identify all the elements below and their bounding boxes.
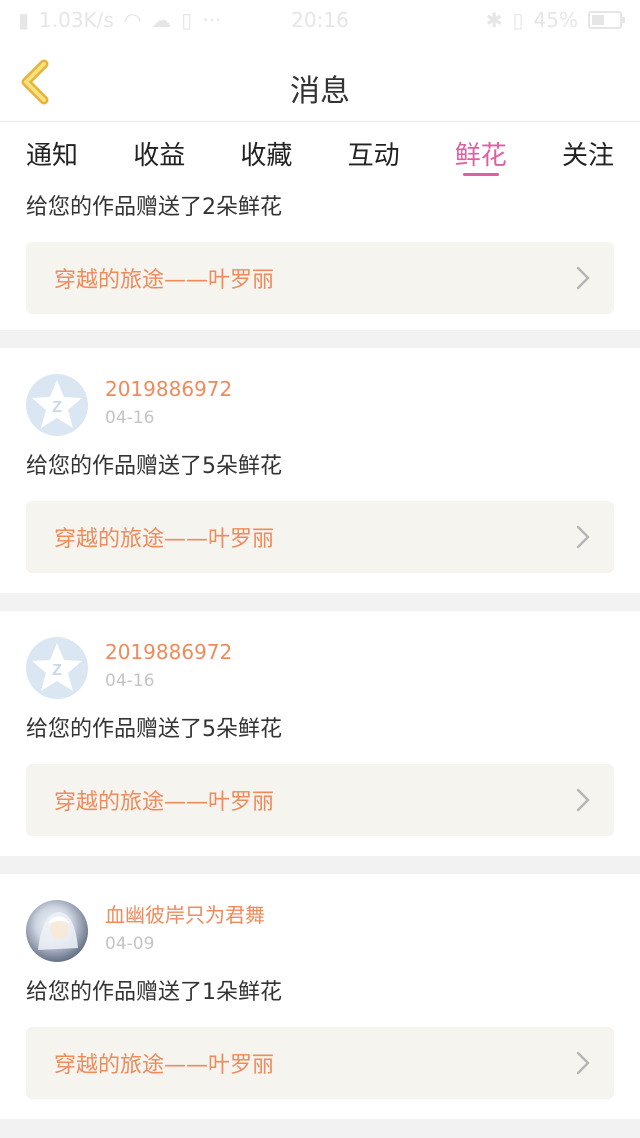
avatar[interactable]: Z	[26, 374, 88, 436]
status-right: ✱ ▯ 45%	[485, 8, 625, 32]
user-row: Z 2019886972 04-16	[26, 637, 614, 701]
work-link[interactable]: 穿越的旅途——叶罗丽	[26, 1027, 614, 1099]
bluetooth-icon: ✱	[485, 8, 503, 32]
message-card: 血幽彼岸只为君舞 04-09 给您的作品赠送了1朵鲜花 穿越的旅途——叶罗丽	[0, 874, 640, 1119]
user-meta: 2019886972 04-16	[105, 374, 232, 430]
work-title: 穿越的旅途——叶罗丽	[54, 790, 275, 815]
work-title: 穿越的旅途——叶罗丽	[54, 268, 275, 293]
battery-icon	[588, 11, 625, 29]
work-link[interactable]: 穿越的旅途——叶罗丽	[26, 501, 614, 573]
message-date: 04-16	[105, 408, 155, 428]
svg-text:Z: Z	[52, 399, 62, 416]
qq-default-avatar-icon: Z	[32, 643, 82, 691]
username[interactable]: 2019886972	[105, 374, 232, 404]
message-card: 给您的作品赠送了2朵鲜花 穿越的旅途——叶罗丽	[0, 184, 640, 330]
work-title: 穿越的旅途——叶罗丽	[54, 1053, 275, 1078]
work-link[interactable]: 穿越的旅途——叶罗丽	[26, 764, 614, 836]
user-meta: 2019886972 04-16	[105, 637, 232, 693]
tab-bar: 通知 收益 收藏 互动 鲜花 关注	[0, 122, 640, 184]
gift-text: 给您的作品赠送了1朵鲜花	[26, 980, 282, 1005]
work-link[interactable]: 穿越的旅途——叶罗丽	[26, 242, 614, 314]
chevron-right-icon	[576, 788, 590, 812]
message-card: Z 2019886972 04-16 给您的作品赠送了5朵鲜花 穿越的旅途——叶…	[0, 611, 640, 856]
avatar[interactable]: Z	[26, 637, 88, 699]
gift-text: 给您的作品赠送了2朵鲜花	[26, 195, 282, 220]
message-date: 04-09	[105, 934, 155, 954]
battery-fill	[592, 15, 604, 25]
tab-interaction[interactable]: 互动	[348, 122, 400, 184]
tab-earnings[interactable]: 收益	[133, 122, 185, 184]
work-title: 穿越的旅途——叶罗丽	[54, 527, 275, 552]
chevron-right-icon	[576, 525, 590, 549]
message-date: 04-16	[105, 671, 155, 691]
photo-avatar-icon	[38, 912, 78, 950]
message-feed: 给您的作品赠送了2朵鲜花 穿越的旅途——叶罗丽 Z 2019886972 04-…	[0, 184, 640, 1119]
tab-favorites[interactable]: 收藏	[240, 122, 292, 184]
tab-flowers[interactable]: 鲜花	[455, 122, 507, 184]
tab-notice[interactable]: 通知	[26, 122, 78, 184]
tab-follow[interactable]: 关注	[562, 122, 614, 184]
user-meta: 血幽彼岸只为君舞 04-09	[105, 900, 265, 956]
qq-default-avatar-icon: Z	[32, 380, 82, 428]
svg-text:Z: Z	[52, 662, 62, 679]
status-bar: ▮ 1.03K/s ◠ ☁ ▯ ··· 20:16 ✱ ▯ 45%	[0, 0, 640, 44]
nav-bar: 消息	[0, 44, 640, 122]
chevron-right-icon	[576, 266, 590, 290]
battery-percent: 45%	[533, 8, 578, 32]
username[interactable]: 血幽彼岸只为君舞	[105, 900, 265, 930]
user-row: Z 2019886972 04-16	[26, 374, 614, 438]
avatar[interactable]	[26, 900, 88, 962]
user-row: 血幽彼岸只为君舞 04-09	[26, 900, 614, 964]
message-card: Z 2019886972 04-16 给您的作品赠送了5朵鲜花 穿越的旅途——叶…	[0, 348, 640, 593]
page-title: 消息	[290, 74, 350, 109]
username[interactable]: 2019886972	[105, 637, 232, 667]
gift-text: 给您的作品赠送了5朵鲜花	[26, 454, 282, 479]
vibrate-icon: ▯	[512, 8, 524, 32]
gift-text: 给您的作品赠送了5朵鲜花	[26, 717, 282, 742]
chevron-right-icon	[576, 1051, 590, 1075]
